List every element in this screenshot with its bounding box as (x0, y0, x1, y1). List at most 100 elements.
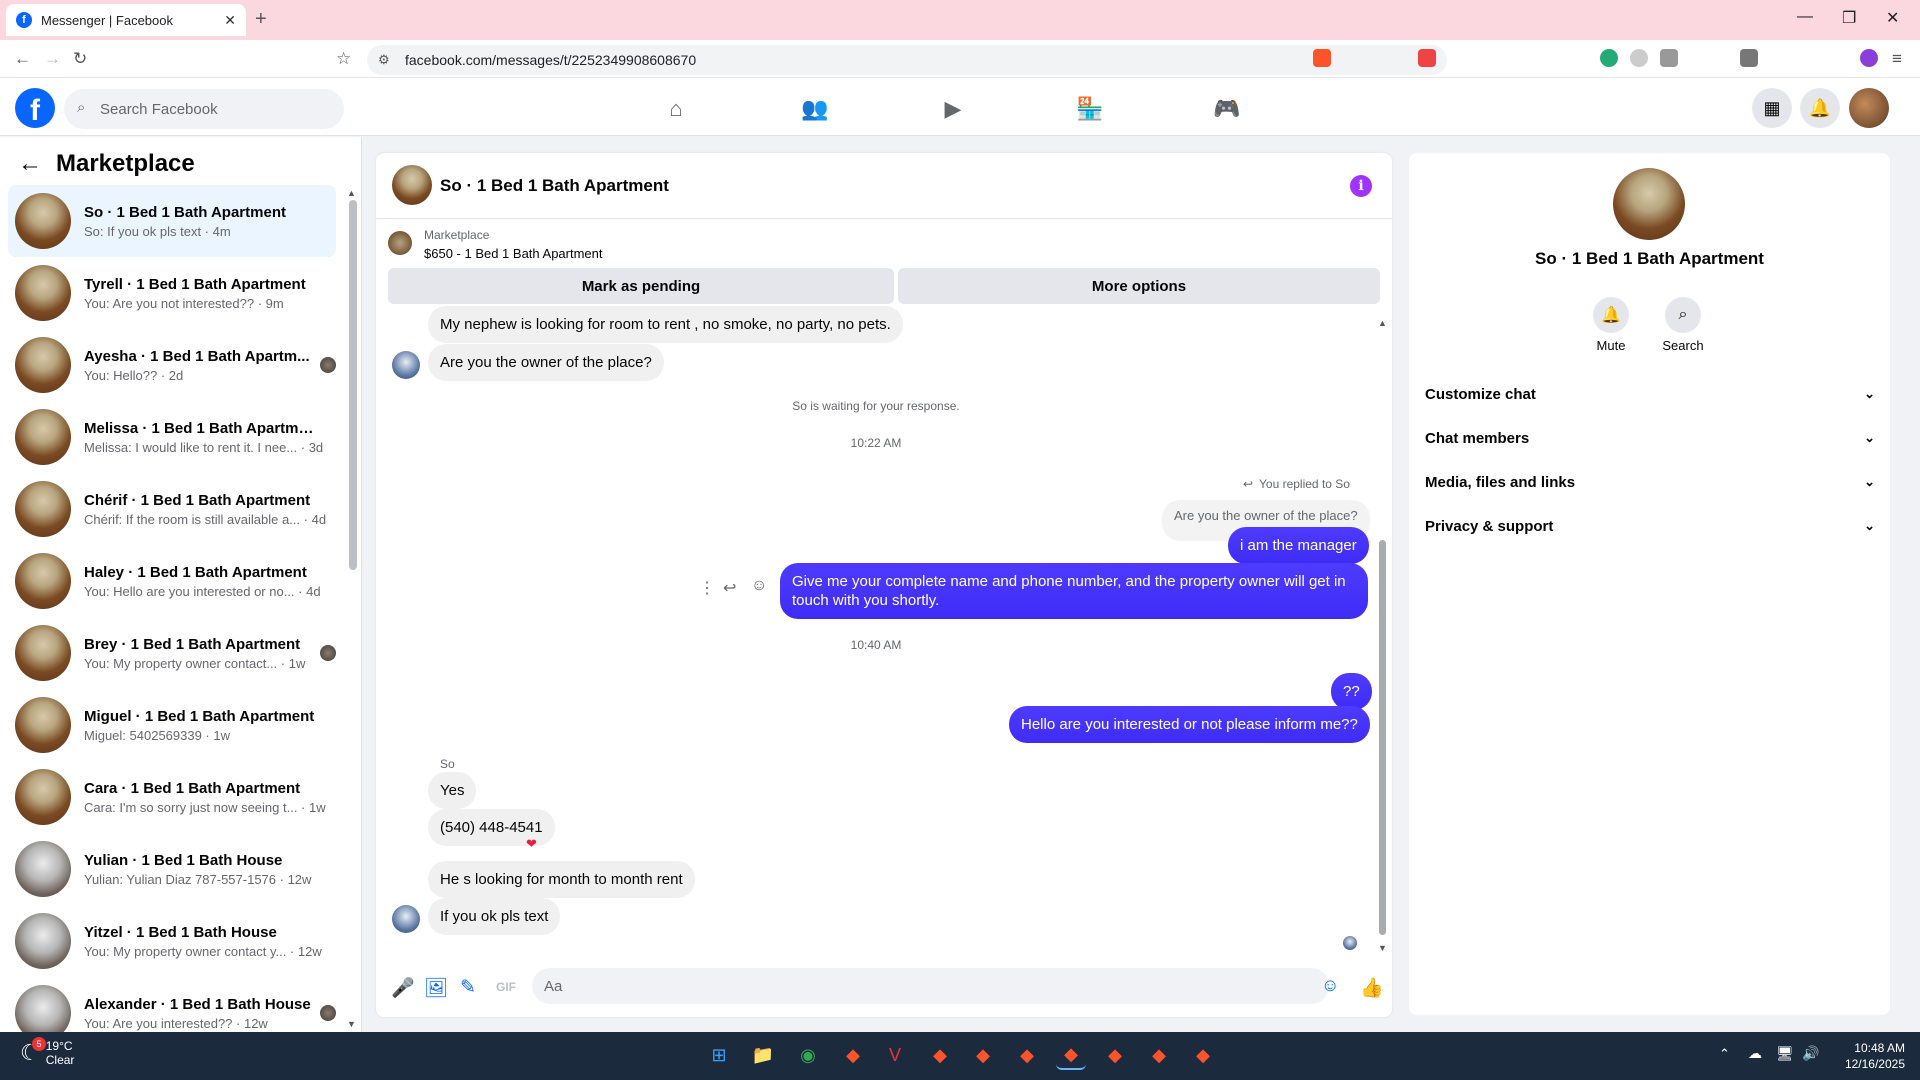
customize-chat-row[interactable]: Customize chat ⌄ (1425, 376, 1875, 412)
mute-bell-icon[interactable]: 🔔 (1593, 297, 1629, 333)
brave-icon[interactable]: ◆ (838, 1040, 868, 1070)
extensions-puzzle-icon[interactable] (1660, 49, 1678, 67)
conversation-item[interactable]: Haley · 1 Bed 1 Bath Apartment You: Hello… (8, 545, 336, 617)
heart-reaction-icon[interactable]: ❤ (526, 836, 537, 852)
forward-icon[interactable]: → (44, 49, 61, 69)
scroll-up-icon[interactable]: ▲ (347, 188, 356, 198)
back-arrow-icon[interactable]: ← (18, 150, 42, 178)
gif-icon[interactable]: GIF (496, 980, 516, 994)
more-actions-icon[interactable]: ⋮ (699, 578, 715, 598)
incoming-message[interactable]: My nephew is looking for room to rent , … (428, 306, 903, 343)
conversation-item[interactable]: Tyrell · 1 Bed 1 Bath Apartment You: Are … (8, 257, 336, 329)
profile-icon[interactable] (1860, 49, 1878, 67)
account-avatar[interactable] (1849, 88, 1889, 128)
onedrive-icon[interactable]: ☁ (1748, 1045, 1762, 1062)
conversation-item[interactable]: Miguel · 1 Bed 1 Bath Apartment Miguel: 5… (8, 689, 336, 761)
volume-icon[interactable]: 🔊 (1802, 1045, 1819, 1062)
listing-title[interactable]: $650 - 1 Bed 1 Bath Apartment (424, 246, 603, 261)
emoji-icon[interactable]: ☺ (1321, 975, 1339, 996)
message-input[interactable]: Aa (532, 968, 1329, 1004)
new-tab-icon[interactable]: + (255, 8, 267, 31)
minimize-icon[interactable]: — (1797, 8, 1813, 26)
reply-icon[interactable]: ↩ (723, 578, 736, 598)
media-files-links-row[interactable]: Media, files and links ⌄ (1425, 464, 1875, 500)
facebook-logo-icon[interactable]: f (15, 88, 55, 128)
incoming-message[interactable]: If you ok pls text (428, 898, 561, 935)
site-settings-icon[interactable]: ⚙ (378, 52, 390, 68)
menu-grid-icon[interactable]: ▦ (1752, 88, 1792, 128)
vivaldi-icon[interactable]: V (880, 1040, 910, 1070)
scroll-down-icon[interactable]: ▼ (1378, 943, 1387, 953)
thumbs-up-icon[interactable]: 👍 (1360, 976, 1384, 1000)
restore-icon[interactable]: ❐ (1842, 8, 1856, 28)
conversation-item[interactable]: Chérif · 1 Bed 1 Bath Apartment Chérif: I… (8, 473, 336, 545)
incoming-message[interactable]: Are you the owner of the place? (428, 344, 664, 381)
outgoing-message[interactable]: i am the manager (1228, 527, 1369, 564)
tray-chevron-icon[interactable]: ⌃ (1719, 1046, 1730, 1062)
chat-avatar[interactable] (392, 165, 432, 205)
incoming-message[interactable]: He s looking for month to month rent (428, 861, 695, 898)
reload-icon[interactable]: ↻ (73, 49, 87, 69)
outgoing-message[interactable]: Hello are you interested or not please i… (1009, 706, 1370, 743)
conversation-item[interactable]: Melissa · 1 Bed 1 Bath Apartment Melissa:… (8, 401, 336, 473)
conversation-item[interactable]: Cara · 1 Bed 1 Bath Apartment Cara: I'm s… (8, 761, 336, 833)
marketplace-icon[interactable]: 🏪 (1075, 96, 1105, 122)
brave-icon[interactable]: ◆ (1144, 1040, 1174, 1070)
sidebar-icon[interactable] (1740, 49, 1758, 67)
messages-scrollbar[interactable] (1379, 540, 1386, 935)
sticker-icon[interactable]: ✎ (460, 976, 476, 999)
search-icon[interactable]: ⌕ (1665, 297, 1701, 333)
video-icon[interactable]: ▶ (938, 96, 968, 122)
brave-icon[interactable]: ◆ (1188, 1040, 1218, 1070)
file-explorer-icon[interactable]: 📁 (748, 1040, 778, 1070)
conversation-item[interactable]: Brey · 1 Bed 1 Bath Apartment You: My pro… (8, 617, 336, 689)
gaming-icon[interactable]: 🎮 (1212, 96, 1242, 122)
menu-icon[interactable]: ≡ (1892, 49, 1902, 69)
more-options-button[interactable]: More options (898, 268, 1380, 304)
network-icon[interactable]: 🖥 (1776, 1045, 1794, 1062)
chrome-icon[interactable]: ◉ (793, 1040, 823, 1070)
brave-icon[interactable]: ◆ (968, 1040, 998, 1070)
conversation-item[interactable]: So · 1 Bed 1 Bath Apartment So: If you ok… (8, 185, 336, 257)
system-clock[interactable]: 10:48 AM 12/16/2025 (1825, 1041, 1905, 1071)
outgoing-message[interactable]: ?? (1331, 673, 1372, 710)
brave-shield-icon[interactable] (1313, 49, 1331, 67)
brave-icon[interactable]: ◆ (1100, 1040, 1130, 1070)
conversation-item[interactable]: Ayesha · 1 Bed 1 Bath Apartm... You: Hell… (8, 329, 336, 401)
chat-profile-avatar[interactable] (1613, 168, 1685, 240)
close-window-icon[interactable]: ✕ (1886, 8, 1899, 28)
microphone-icon[interactable]: 🎤 (391, 976, 415, 1000)
friends-icon[interactable]: 👥 (800, 96, 830, 122)
outgoing-message[interactable]: Give me your complete name and phone num… (780, 563, 1368, 619)
mark-as-pending-button[interactable]: Mark as pending (388, 268, 894, 304)
brave-icon[interactable]: ◆ (925, 1040, 955, 1070)
brave-rewards-icon[interactable] (1418, 49, 1436, 67)
notifications-bell-icon[interactable]: 🔔 (1800, 88, 1840, 128)
address-bar[interactable]: facebook.com/messages/t/2252349908608670 (367, 45, 1447, 75)
extension-icon[interactable] (1600, 49, 1618, 67)
chat-title[interactable]: So · 1 Bed 1 Bath Apartment (440, 176, 669, 196)
conversation-item[interactable]: Yulian · 1 Bed 1 Bath House Yulian: Yulia… (8, 833, 336, 905)
scroll-up-icon[interactable]: ▲ (1378, 318, 1387, 328)
conversation-text: Yitzel · 1 Bed 1 Bath House You: My prope… (84, 924, 322, 959)
photo-icon[interactable]: 🖼 (424, 976, 448, 1000)
incoming-message[interactable]: Yes (428, 772, 477, 809)
privacy-support-row[interactable]: Privacy & support ⌄ (1425, 508, 1875, 544)
brave-icon[interactable]: ◆ (1012, 1040, 1042, 1070)
close-tab-icon[interactable]: ✕ (224, 12, 236, 29)
back-icon[interactable]: ← (14, 49, 31, 69)
bookmark-icon[interactable]: ☆ (336, 49, 351, 69)
facebook-search-input[interactable]: Search Facebook (64, 89, 344, 129)
weather-widget[interactable]: ☾ 19°C Clear (20, 1039, 74, 1067)
start-icon[interactable]: ⊞ (704, 1040, 734, 1070)
scroll-down-icon[interactable]: ▼ (347, 1019, 356, 1029)
scrollbar[interactable] (349, 200, 357, 570)
extension-icon[interactable] (1630, 49, 1648, 67)
info-icon[interactable]: i (1350, 175, 1372, 197)
conversation-item[interactable]: Yitzel · 1 Bed 1 Bath House You: My prope… (8, 905, 336, 977)
brave-icon[interactable]: ◆ (1056, 1040, 1086, 1070)
chat-members-row[interactable]: Chat members ⌄ (1425, 420, 1875, 456)
home-icon[interactable]: ⌂ (661, 96, 691, 122)
react-emoji-icon[interactable]: ☺ (751, 577, 767, 595)
browser-tab[interactable]: f Messenger | Facebook ✕ (6, 4, 246, 36)
